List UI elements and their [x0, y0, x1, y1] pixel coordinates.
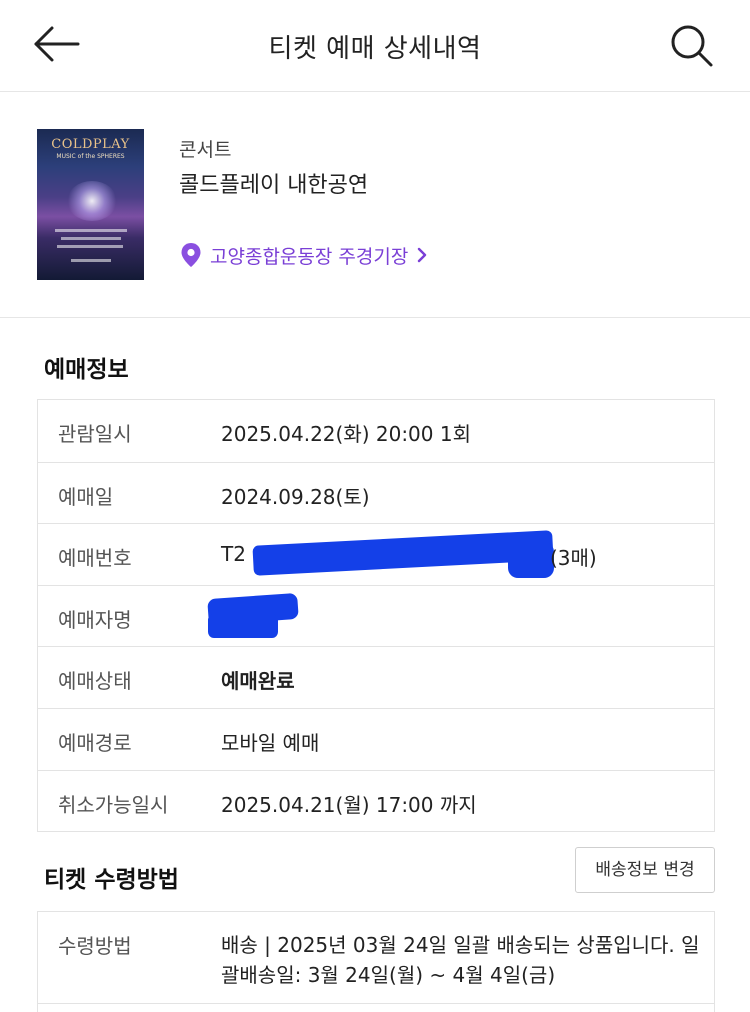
booking-info-title: 예매정보 — [44, 357, 129, 383]
row-label: 예매자명 — [58, 607, 132, 632]
venue-label: 고양종합운동장 주경기장 — [210, 245, 409, 268]
row-label: 취소가능일시 — [58, 792, 169, 817]
search-icon — [671, 25, 713, 67]
booking-info-table: 관람일시 2025.04.22(화) 20:00 1회 예매일 2024.09.… — [37, 399, 715, 833]
poster-stage-glow — [67, 181, 117, 221]
search-button[interactable] — [668, 22, 716, 70]
redaction-mark — [508, 542, 554, 579]
page-title: 티켓 예매 상세내역 — [268, 34, 482, 64]
change-delivery-button[interactable]: 배송정보 변경 — [575, 847, 715, 893]
delivery-title: 티켓 수령방법 — [44, 867, 179, 893]
row-label: 수령방법 — [58, 934, 132, 958]
booking-status: 예매완료 — [221, 669, 295, 694]
row-label: 예매번호 — [58, 546, 132, 571]
row-label: 예매상태 — [58, 669, 132, 694]
table-row: 예매일 2024.09.28(토) — [38, 461, 714, 524]
table-row: 예매상태 예매완료 — [38, 646, 714, 708]
table-row: 예매경로 모바일 예매 — [38, 707, 714, 770]
viewing-datetime: 2025.04.22(화) 20:00 1회 — [221, 422, 471, 446]
poster-subtitle: MUSIC of the SPHERES — [56, 153, 125, 160]
location-pin-icon — [181, 243, 201, 267]
poster-text-line — [57, 245, 123, 248]
table-row: 관람일시 2025.04.22(화) 20:00 1회 — [38, 400, 714, 462]
booking-channel: 모바일 예매 — [221, 730, 320, 755]
ticket-count: (3매) — [550, 546, 597, 571]
row-label: 예매경로 — [58, 730, 132, 755]
app-header: 티켓 예매 상세내역 — [0, 0, 750, 92]
cancel-deadline: 2025.04.21(월) 17:00 까지 — [221, 792, 477, 817]
event-poster[interactable]: COLDPLAY MUSIC of the SPHERES — [37, 129, 144, 280]
poster-text-line — [61, 237, 121, 240]
event-name: 콜드플레이 내한공연 — [179, 173, 369, 198]
venue-link[interactable]: 고양종합운동장 주경기장 — [180, 242, 428, 268]
table-row: 예매번호 T2 (3매) — [38, 523, 714, 585]
poster-text-line — [55, 229, 127, 232]
event-category: 콘서트 — [179, 139, 232, 161]
poster-text-line — [71, 259, 111, 262]
chevron-right-icon — [418, 247, 427, 263]
table-row: 취소가능일시 2025.04.21(월) 17:00 까지 — [38, 769, 714, 832]
delivery-table: 수령방법 배송 | 2025년 03월 24일 일괄 배송되는 상품입니다. 일… — [37, 911, 715, 1012]
table-row: 예매자명 — [38, 584, 714, 647]
delivery-method-value: 배송 | 2025년 03월 24일 일괄 배송되는 상품입니다. 일괄배송일:… — [221, 933, 700, 987]
row-label: 예매일 — [58, 484, 114, 509]
event-card: COLDPLAY MUSIC of the SPHERES 콘서트 콜드플레이 … — [0, 92, 750, 318]
booking-number-prefix: T2 — [221, 542, 246, 567]
booking-date: 2024.09.28(토) — [221, 484, 370, 509]
redaction-mark — [208, 613, 278, 638]
divider — [38, 1003, 714, 1004]
poster-title: COLDPLAY — [51, 137, 130, 152]
row-label: 관람일시 — [58, 422, 132, 446]
